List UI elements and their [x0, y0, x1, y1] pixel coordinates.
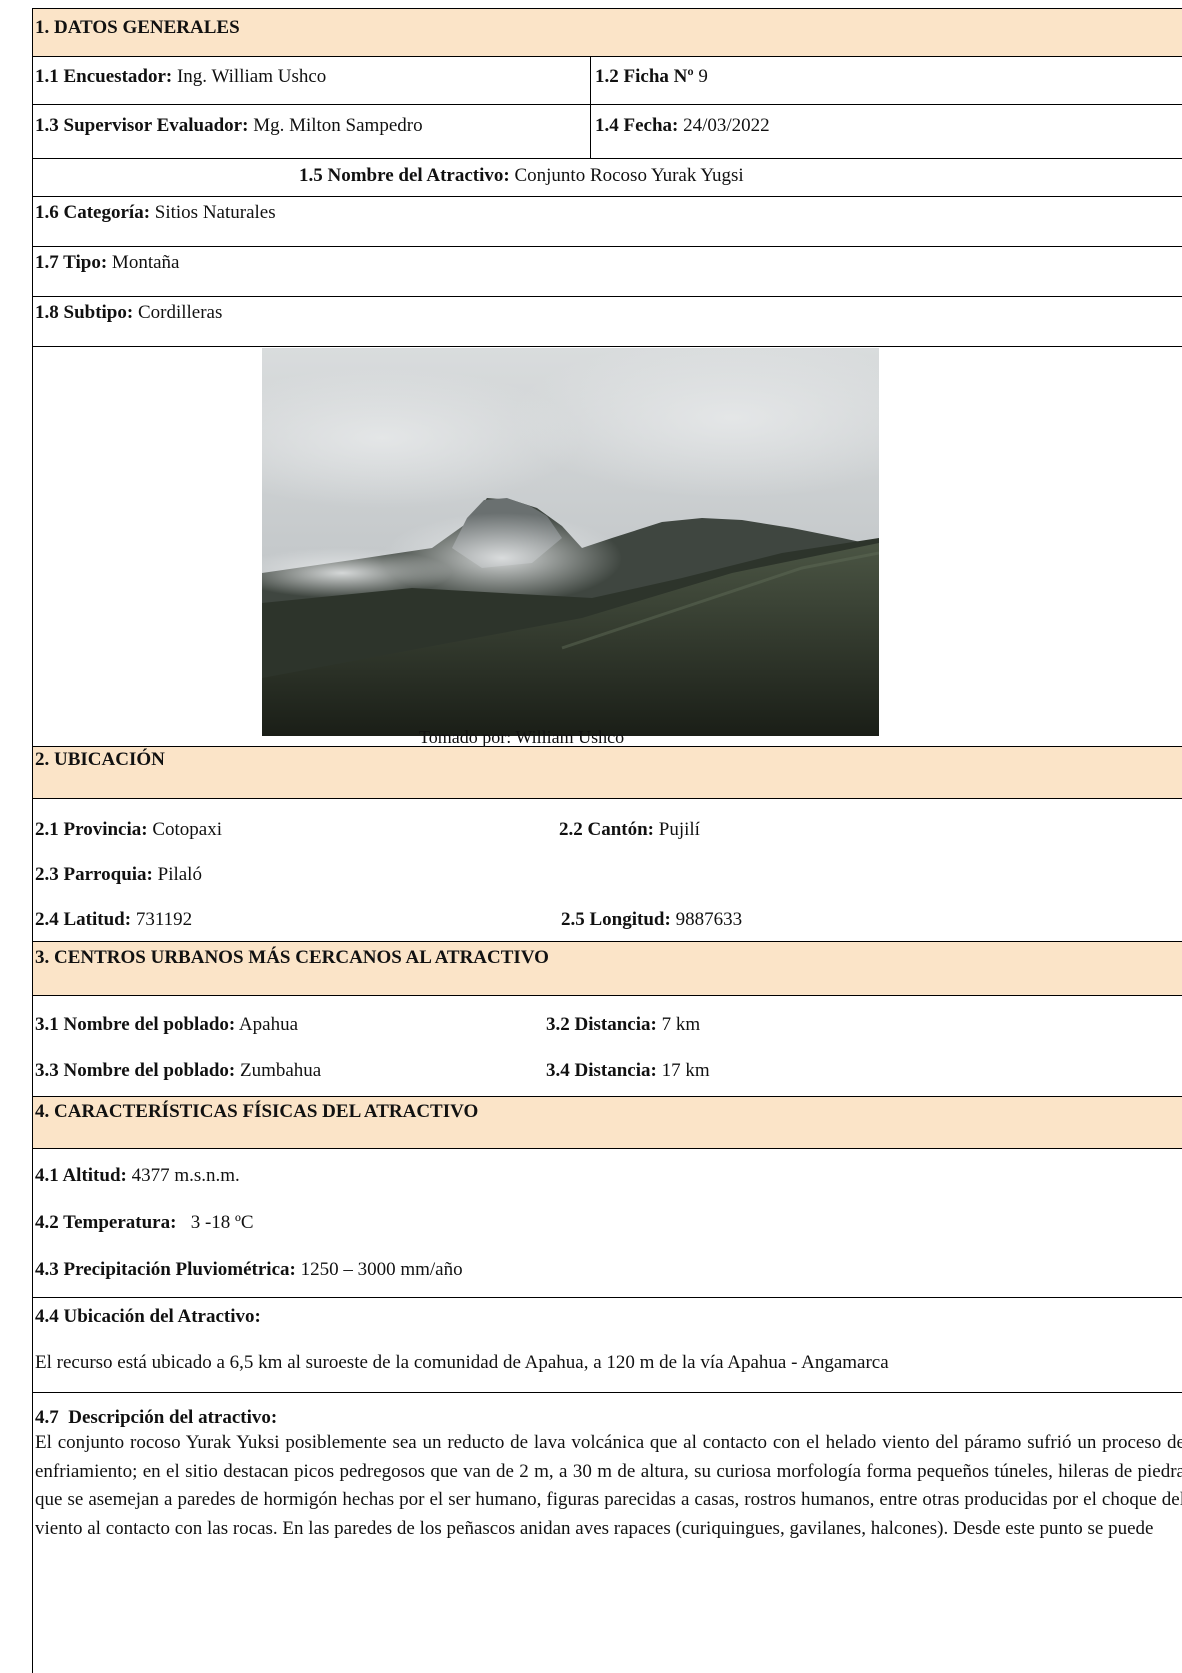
section-1-header: 1. DATOS GENERALES — [32, 8, 1182, 57]
cell-supervisor: 1.3 Supervisor Evaluador: Mg. Milton Sam… — [33, 105, 591, 158]
row-encuestador-ficha: 1.1 Encuestador: Ing. William Ushco 1.2 … — [32, 57, 1182, 105]
subtipo-label: 1.8 Subtipo: — [35, 302, 134, 323]
section-4-title: 4. CARACTERÍSTICAS FÍSICAS DEL ATRACTIVO — [35, 1101, 479, 1122]
section-4-header: 4. CARACTERÍSTICAS FÍSICAS DEL ATRACTIVO — [32, 1097, 1182, 1149]
descripcion-label: 4.7 Descripción del atractivo: — [35, 1407, 278, 1428]
poblado2-value: Zumbahua — [235, 1060, 322, 1081]
section-2-title: 2. UBICACIÓN — [35, 749, 165, 770]
temperatura-label: 4.2 Temperatura: — [35, 1212, 177, 1233]
altitud-label: 4.1 Altitud: — [35, 1165, 127, 1186]
subtipo-value: Cordilleras — [133, 302, 223, 323]
categoria-label: 1.6 Categoría: — [35, 202, 151, 223]
canton-label: 2.2 Cantón: — [559, 819, 655, 840]
ficha-value: 9 — [693, 66, 708, 87]
encuestador-label: 1.1 Encuestador: — [35, 66, 173, 87]
parroquia-label: 2.3 Parroquia: — [35, 864, 153, 885]
precipitacion-value: 1250 – 3000 mm/año — [295, 1259, 463, 1280]
nombre-atractivo-label: 1.5 Nombre del Atractivo: — [299, 165, 510, 186]
section-3-header: 3. CENTROS URBANOS MÁS CERCANOS AL ATRAC… — [32, 942, 1182, 996]
photo-caption: Tomado por: William Ushco — [419, 727, 625, 747]
cell-fecha: 1.4 Fecha: 24/03/2022 — [591, 105, 1182, 158]
ficha-label: 1.2 Ficha Nº — [595, 66, 694, 87]
distancia1-label: 3.2 Distancia: — [546, 1014, 657, 1035]
cell-ficha: 1.2 Ficha Nº 9 — [591, 57, 1182, 104]
section-4-clima: 4.1 Altitud: 4377 m.s.n.m. 4.2 Temperatu… — [32, 1149, 1182, 1298]
supervisor-label: 1.3 Supervisor Evaluador: — [35, 115, 249, 136]
section-4-descripcion: 4.7 Descripción del atractivo: El conjun… — [32, 1393, 1182, 1673]
section-2-header: 2. UBICACIÓN — [32, 747, 1182, 799]
row-supervisor-fecha: 1.3 Supervisor Evaluador: Mg. Milton Sam… — [32, 105, 1182, 159]
provincia-value: Cotopaxi — [147, 819, 223, 840]
section-2-body: 2.1 Provincia: Cotopaxi 2.2 Cantón: Puji… — [32, 799, 1182, 942]
precipitacion-label: 4.3 Precipitación Pluviométrica: — [35, 1259, 296, 1280]
row-nombre-atractivo: 1.5 Nombre del Atractivo: Conjunto Rocos… — [32, 159, 1182, 197]
fecha-label: 1.4 Fecha: — [595, 115, 679, 136]
distancia2-value: 17 km — [656, 1060, 710, 1081]
poblado1-value: Apahua — [235, 1014, 299, 1035]
descripcion-text: El conjunto rocoso Yurak Yuksi posibleme… — [35, 1432, 1182, 1539]
supervisor-value: Mg. Milton Sampedro — [248, 115, 423, 136]
row-tipo: 1.7 Tipo: Montaña — [32, 247, 1182, 297]
fecha-value: 24/03/2022 — [678, 115, 770, 136]
longitud-label: 2.5 Longitud: — [561, 909, 671, 930]
poblado1-label: 3.1 Nombre del poblado: — [35, 1014, 236, 1035]
longitud-value: 9887633 — [670, 909, 743, 930]
cell-encuestador: 1.1 Encuestador: Ing. William Ushco — [33, 57, 591, 104]
attraction-photo — [262, 348, 879, 736]
row-categoria: 1.6 Categoría: Sitios Naturales — [32, 197, 1182, 247]
ubicacion-atractivo-text: El recurso está ubicado a 6,5 km al suro… — [35, 1352, 889, 1373]
altitud-value: 4377 m.s.n.m. — [126, 1165, 240, 1186]
distancia2-label: 3.4 Distancia: — [546, 1060, 657, 1081]
poblado2-label: 3.3 Nombre del poblado: — [35, 1060, 236, 1081]
tipo-label: 1.7 Tipo: — [35, 252, 108, 273]
categoria-value: Sitios Naturales — [150, 202, 276, 223]
encuestador-value: Ing. William Ushco — [172, 66, 327, 87]
parroquia-value: Pilaló — [152, 864, 202, 885]
latitud-label: 2.4 Latitud: — [35, 909, 132, 930]
tipo-value: Montaña — [107, 252, 180, 273]
section-4-ubicacion: 4.4 Ubicación del Atractivo: El recurso … — [32, 1298, 1182, 1393]
section-3-title: 3. CENTROS URBANOS MÁS CERCANOS AL ATRAC… — [35, 947, 549, 968]
ubicacion-atractivo-label: 4.4 Ubicación del Atractivo: — [35, 1306, 261, 1327]
canton-value: Pujilí — [654, 819, 700, 840]
distancia1-value: 7 km — [656, 1014, 701, 1035]
latitud-value: 731192 — [131, 909, 193, 930]
provincia-label: 2.1 Provincia: — [35, 819, 148, 840]
section-1-title: 1. DATOS GENERALES — [35, 17, 240, 38]
nombre-atractivo-value: Conjunto Rocoso Yurak Yugsi — [509, 165, 744, 186]
row-subtipo-foto: 1.8 Subtipo: Cordilleras Tomado por: Wil… — [32, 297, 1182, 747]
temperatura-value: 3 -18 ºC — [176, 1212, 254, 1233]
section-3-body: 3.1 Nombre del poblado: Apahua 3.2 Dista… — [32, 996, 1182, 1097]
